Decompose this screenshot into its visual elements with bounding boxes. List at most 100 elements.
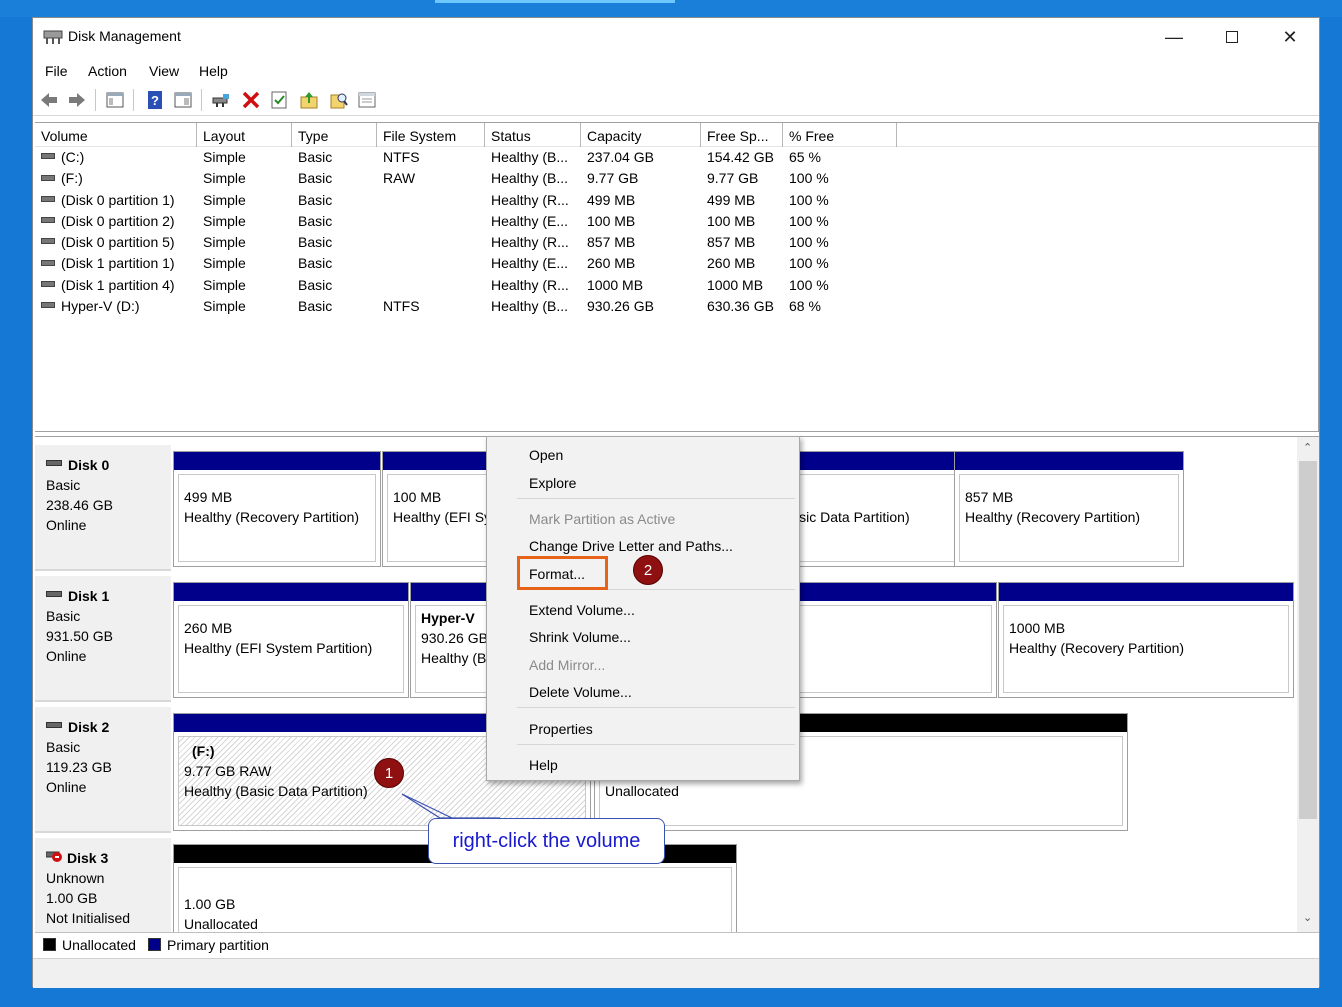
step-badge-1: 1 — [374, 758, 404, 788]
context-menu: Open Explore Mark Partition as Active Ch… — [486, 436, 800, 781]
toolbar: ? — [33, 84, 1319, 116]
delete-icon[interactable] — [241, 90, 261, 110]
volume-row[interactable]: (C:) Simple Basic NTFS Healthy (B... 237.04 G… — [35, 147, 1318, 168]
volume-cell-type: Basic — [298, 191, 333, 208]
partition-disk0-2[interactable]: 100 MB Healthy (EFI Sy — [382, 451, 502, 567]
partition-size: 1.00 GB — [184, 896, 236, 912]
minimize-button[interactable]: — — [1145, 18, 1203, 56]
disk-3-name-line: Disk 3 — [45, 848, 171, 868]
menu-item-shrink-volume[interactable]: Shrink Volume... — [529, 629, 631, 645]
disk-icon — [46, 591, 62, 598]
export-icon[interactable] — [299, 90, 319, 110]
scroll-down-icon[interactable]: ⌄ — [1303, 911, 1312, 924]
volume-row[interactable]: (Disk 0 partition 5) Simple Basic Healthy (… — [35, 232, 1318, 253]
disk-3-label[interactable]: Disk 3 Unknown 1.00 GB Not Initialised — [35, 838, 171, 932]
primary-partition-bar — [999, 583, 1293, 601]
menu-item-open[interactable]: Open — [529, 447, 563, 463]
legend-primary-label: Primary partition — [167, 937, 269, 953]
checklist-icon[interactable] — [269, 90, 289, 110]
volume-cell-capacity: 499 MB — [587, 191, 636, 208]
volume-name: Hyper-V (D:) — [61, 298, 140, 315]
connect-icon[interactable] — [211, 90, 231, 110]
disk-1-label[interactable]: Disk 1 Basic 931.50 GB Online — [35, 576, 171, 702]
drive-icon — [41, 174, 55, 181]
partition-status: Unallocated — [605, 783, 679, 799]
partition-disk0-4[interactable]: 857 MB Healthy (Recovery Partition) — [954, 451, 1184, 567]
volume-cell-free-sp-: 1000 MB — [707, 276, 764, 293]
col-volume[interactable]: Volume — [35, 123, 197, 147]
col-status[interactable]: Status — [485, 123, 581, 147]
drive-icon — [41, 281, 55, 288]
volume-cell-volume: (Disk 0 partition 2) — [41, 213, 175, 229]
svg-text:?: ? — [151, 93, 159, 108]
volume-cell-%-free: 100 % — [789, 234, 829, 251]
scroll-up-icon[interactable]: ⌃ — [1303, 441, 1312, 454]
volume-cell-status: Healthy (E... — [491, 212, 569, 229]
primary-partition-bar — [383, 452, 501, 470]
col-file-system[interactable]: File System — [377, 123, 485, 147]
disk-2-type: Basic — [46, 739, 81, 755]
volume-cell-free-sp-: 100 MB — [707, 212, 756, 229]
drive-icon — [41, 217, 55, 224]
settings-icon[interactable] — [357, 90, 377, 110]
disk-0-status: Online — [46, 517, 87, 533]
disk-management-app-icon — [43, 30, 63, 44]
volume-row[interactable]: Hyper-V (D:) Simple Basic NTFS Healthy (B...… — [35, 296, 1318, 317]
search-icon[interactable] — [329, 90, 349, 110]
close-button[interactable]: ✕ — [1261, 18, 1319, 56]
menu-separator — [517, 498, 795, 499]
graph-vertical-scrollbar[interactable]: ⌃ ⌄ — [1297, 437, 1319, 932]
back-icon[interactable] — [39, 90, 59, 110]
partition-disk0-1[interactable]: 499 MB Healthy (Recovery Partition) — [173, 451, 381, 567]
col-capacity[interactable]: Capacity — [581, 123, 701, 147]
volume-row[interactable]: (Disk 0 partition 2) Simple Basic Healthy (… — [35, 211, 1318, 232]
menu-view[interactable]: View — [149, 63, 179, 79]
disk-0-label[interactable]: Disk 0 Basic 238.46 GB Online — [35, 445, 171, 571]
partition-disk1-4[interactable]: 1000 MB Healthy (Recovery Partition) — [998, 582, 1294, 698]
volume-cell-capacity: 100 MB — [587, 212, 636, 229]
menu-action[interactable]: Action — [88, 63, 127, 79]
volume-row[interactable]: (Disk 1 partition 4) Simple Basic Healthy (… — [35, 275, 1318, 296]
drive-icon — [41, 195, 55, 202]
console-tree-icon[interactable] — [105, 90, 125, 110]
menu-item-change-drive-letter[interactable]: Change Drive Letter and Paths... — [529, 538, 733, 554]
drive-icon — [41, 153, 55, 160]
partition-size: 499 MB — [184, 489, 233, 505]
disk-0-size: 238.46 GB — [46, 497, 113, 513]
volume-row[interactable]: (Disk 0 partition 1) Simple Basic Healthy (… — [35, 190, 1318, 211]
legend-bar: Unallocated Primary partition — [35, 932, 1319, 956]
volume-cell-status: Healthy (R... — [491, 276, 569, 293]
maximize-button[interactable] — [1203, 18, 1261, 56]
menu-file[interactable]: File — [45, 63, 68, 79]
volume-row[interactable]: (Disk 1 partition 1) Simple Basic Healthy (… — [35, 253, 1318, 274]
menu-item-help[interactable]: Help — [529, 757, 558, 773]
disk-2-label[interactable]: Disk 2 Basic 119.23 GB Online — [35, 707, 171, 833]
help-icon[interactable]: ? — [145, 90, 165, 110]
col-layout[interactable]: Layout — [197, 123, 292, 147]
volume-cell-type: Basic — [298, 212, 333, 229]
volume-list-body: (C:) Simple Basic NTFS Healthy (B... 237.04 G… — [35, 147, 1318, 317]
col-type[interactable]: Type — [292, 123, 377, 147]
menu-item-properties[interactable]: Properties — [529, 721, 593, 737]
title-bar[interactable]: Disk Management — ✕ — [33, 18, 1319, 56]
minimize-icon: — — [1165, 26, 1183, 47]
menu-help[interactable]: Help — [199, 63, 228, 79]
menu-item-extend-volume[interactable]: Extend Volume... — [529, 602, 635, 618]
volume-cell-status: Healthy (E... — [491, 255, 569, 272]
partition-disk1-1[interactable]: 260 MB Healthy (EFI System Partition) — [173, 582, 409, 698]
volume-cell-type: Basic — [298, 276, 333, 293]
scrollbar-thumb[interactable] — [1299, 461, 1317, 819]
menu-item-mark-active[interactable]: Mark Partition as Active — [529, 511, 675, 527]
menu-item-delete-volume[interactable]: Delete Volume... — [529, 684, 632, 700]
menu-item-explore[interactable]: Explore — [529, 475, 576, 491]
col-percent-free[interactable]: % Free — [783, 123, 897, 147]
forward-icon[interactable] — [67, 90, 87, 110]
menu-item-add-mirror[interactable]: Add Mirror... — [529, 657, 605, 673]
volume-row[interactable]: (F:) Simple Basic RAW Healthy (B... 9.77 GB 9.… — [35, 168, 1318, 189]
properties-icon[interactable] — [173, 90, 193, 110]
volume-cell-capacity: 930.26 GB — [587, 298, 654, 315]
col-free-space[interactable]: Free Sp... — [701, 123, 783, 147]
volume-cell-volume: (F:) — [41, 170, 83, 186]
menu-bar: File Action View Help — [33, 58, 1319, 84]
partition-status: Healthy (EFI Sy — [393, 509, 492, 525]
